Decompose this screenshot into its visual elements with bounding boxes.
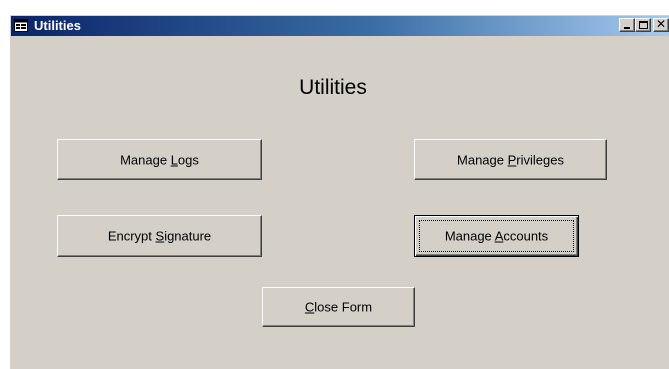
form-icon	[14, 19, 28, 32]
window-title: Utilities	[34, 18, 81, 33]
manage-accounts-label: Manage	[444, 228, 495, 244]
close-form-button[interactable]: Close Form	[262, 287, 415, 327]
minimize-button[interactable]	[619, 18, 635, 32]
encrypt-signature-button[interactable]: Encrypt Signature	[57, 215, 262, 257]
close-form-accel: C	[304, 299, 315, 315]
close-icon: ✕	[655, 17, 667, 31]
manage-privileges-label-rest: rivileges	[516, 152, 564, 167]
form-body: Utilities Manage Logs Manage Privileges …	[11, 36, 669, 369]
maximize-button[interactable]	[635, 18, 651, 32]
title-bar[interactable]: Utilities ✕	[11, 16, 669, 36]
window-controls: ✕	[619, 17, 669, 34]
utilities-window: Utilities ✕ Utilities Manage Logs Manage…	[9, 14, 669, 369]
manage-logs-label-rest: ogs	[177, 152, 199, 167]
manage-logs-accel: L	[170, 152, 178, 167]
close-form-label-rest: lose Form	[314, 299, 373, 315]
manage-privileges-label: Manage	[457, 152, 508, 167]
manage-logs-label: Manage	[120, 152, 171, 167]
form-heading: Utilities	[299, 76, 367, 99]
maximize-icon	[639, 21, 648, 29]
manage-privileges-accel: P	[507, 152, 517, 167]
encrypt-signature-label-rest: ignature	[164, 228, 212, 244]
manage-logs-button[interactable]: Manage Logs	[57, 139, 262, 180]
close-button[interactable]: ✕	[653, 17, 669, 32]
encrypt-signature-label: Encrypt	[107, 228, 156, 244]
minimize-icon	[624, 27, 630, 29]
manage-accounts-button[interactable]: Manage Accounts	[414, 215, 579, 257]
manage-accounts-label-rest: ccounts	[503, 228, 549, 244]
encrypt-signature-accel: S	[155, 228, 165, 244]
manage-privileges-button[interactable]: Manage Privileges	[414, 139, 607, 180]
